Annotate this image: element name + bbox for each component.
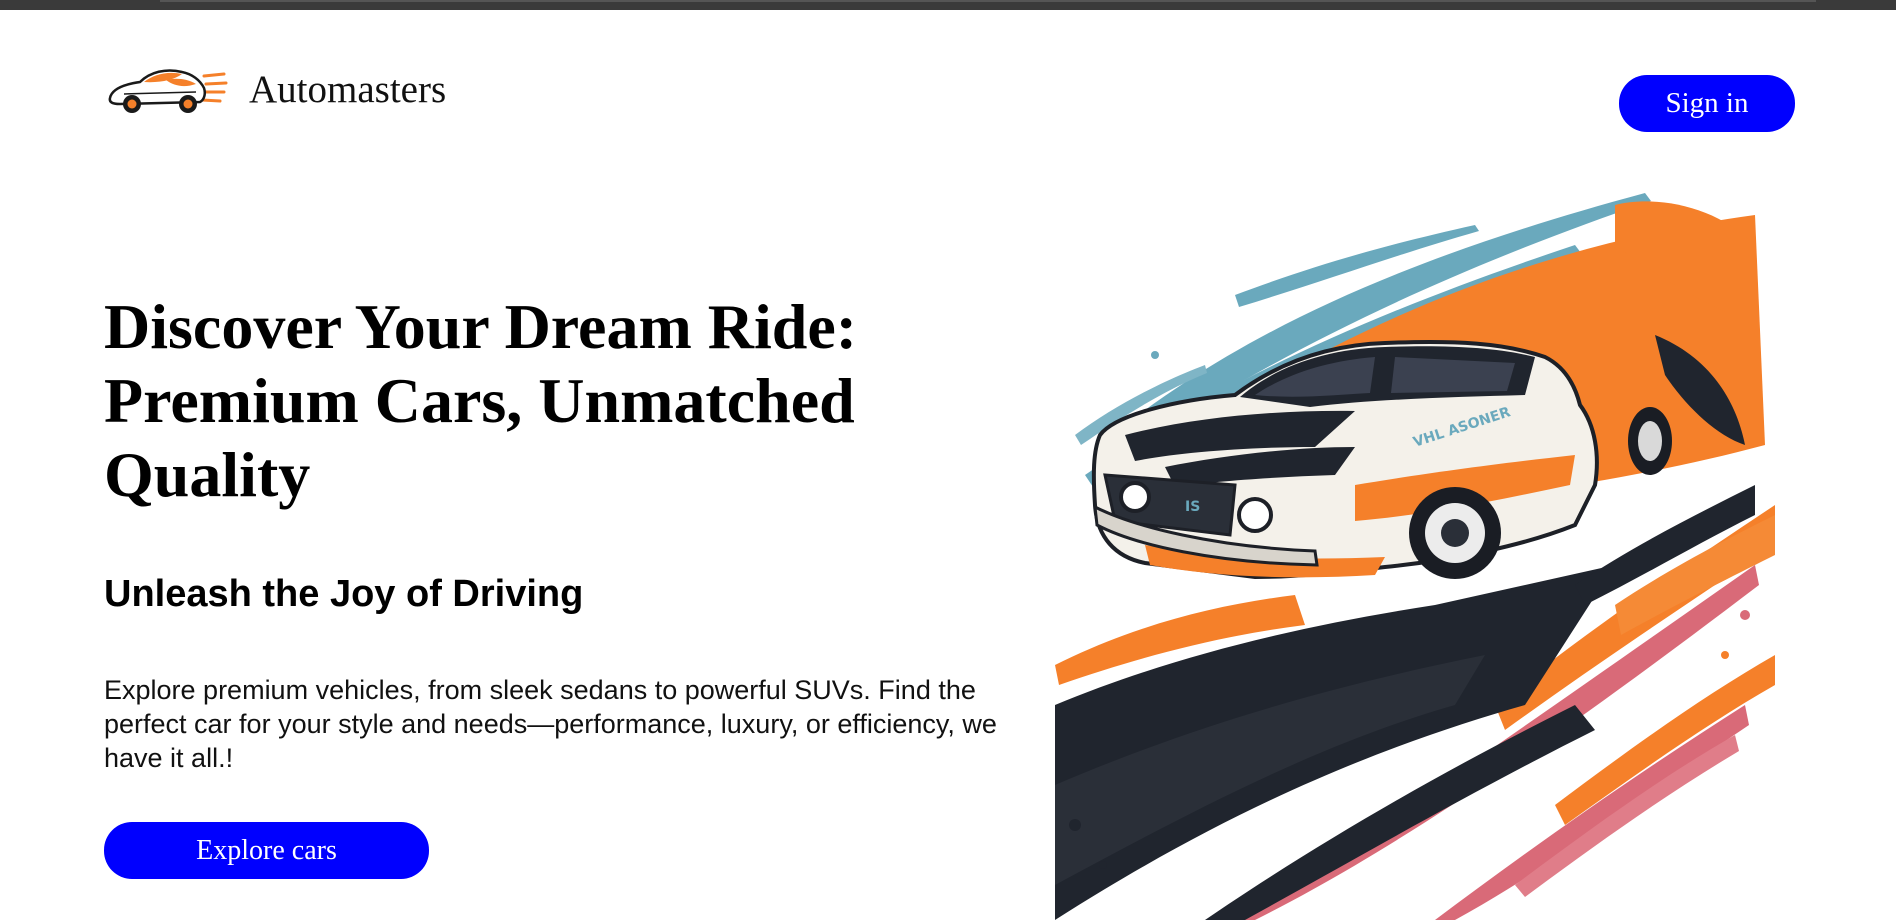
car-logo-icon[interactable] [104,58,228,118]
hero-text-block: Discover Your Dream Ride: Premium Cars, … [104,290,1024,512]
explore-cars-button[interactable]: Explore cars [104,822,429,879]
svg-text:IS: IS [1185,499,1200,515]
hero-title: Discover Your Dream Ride: Premium Cars, … [104,291,858,510]
site-header: Automasters Sign in [0,10,1896,140]
sign-in-button[interactable]: Sign in [1619,75,1795,132]
hero-subtitle: Unleash the Joy of Driving [104,573,584,615]
browser-top-strip [0,0,1896,10]
muscle-car-illustration: IS VHL ASONER [1055,193,1775,920]
brand-name[interactable]: Automasters [249,70,446,109]
hero-description: Explore premium vehicles, from sleek sed… [104,675,997,773]
